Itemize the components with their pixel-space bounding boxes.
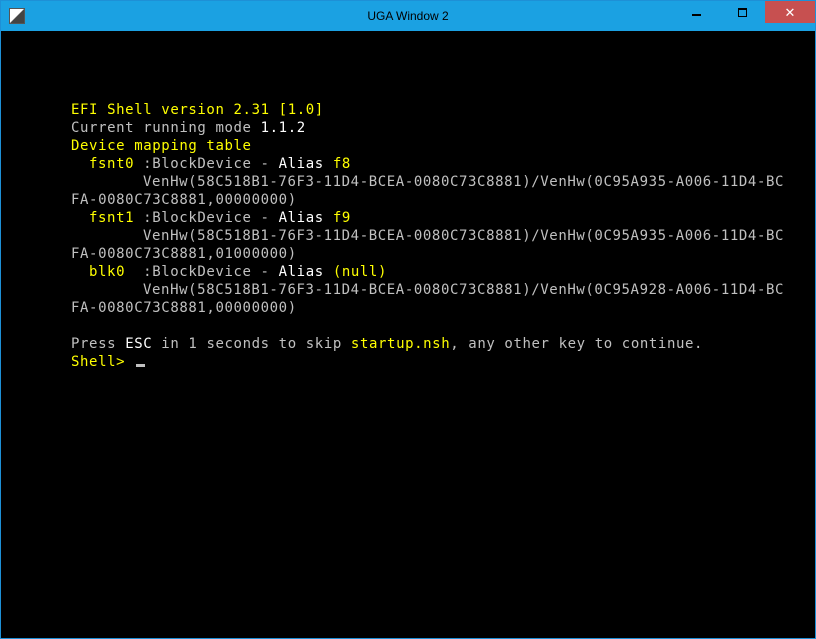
device-path: VenHw(58C518B1-76F3-11D4-BCEA-0080C73C88… xyxy=(143,282,784,298)
device-mapping-header: Device mapping table xyxy=(71,138,252,154)
device-path: FA-0080C73C8881,01000000) xyxy=(71,246,297,262)
app-icon xyxy=(9,8,25,24)
alias-value: (null) xyxy=(333,264,387,280)
alias-value: f8 xyxy=(333,156,351,172)
shell-prompt: Shell> xyxy=(71,354,134,370)
window-controls: ✕ xyxy=(673,1,815,23)
alias-value: f9 xyxy=(333,210,351,226)
startup-file: startup.nsh xyxy=(351,336,450,352)
device-path: VenHw(58C518B1-76F3-11D4-BCEA-0080C73C88… xyxy=(143,228,784,244)
device-name: fsnt1 xyxy=(89,210,134,226)
esc-key: ESC xyxy=(125,336,152,352)
close-icon: ✕ xyxy=(785,6,796,19)
titlebar[interactable]: UGA Window 2 ✕ xyxy=(1,1,815,31)
mode-label: Current running mode xyxy=(71,120,261,136)
maximize-button[interactable] xyxy=(719,1,765,23)
alias-label: Alias xyxy=(279,156,333,172)
device-path: FA-0080C73C8881,00000000) xyxy=(71,192,297,208)
cursor xyxy=(136,364,145,367)
minimize-button[interactable] xyxy=(673,1,719,23)
alias-label: Alias xyxy=(279,264,333,280)
device-type: :BlockDevice - xyxy=(125,264,279,280)
shell-version: EFI Shell version 2.31 [1.0] xyxy=(71,102,324,118)
window-title: UGA Window 2 xyxy=(367,9,448,23)
mode-value: 1.1.2 xyxy=(261,120,306,136)
alias-label: Alias xyxy=(279,210,333,226)
press-text: in 1 seconds to skip xyxy=(152,336,351,352)
window: UGA Window 2 ✕ EFI Shell version 2.31 [1… xyxy=(0,0,816,639)
device-path: VenHw(58C518B1-76F3-11D4-BCEA-0080C73C88… xyxy=(143,174,784,190)
close-button[interactable]: ✕ xyxy=(765,1,815,23)
terminal[interactable]: EFI Shell version 2.31 [1.0] Current run… xyxy=(1,31,815,638)
minimize-icon xyxy=(692,14,701,16)
device-type: :BlockDevice - xyxy=(134,210,278,226)
maximize-icon xyxy=(738,8,747,17)
device-name: blk0 xyxy=(89,264,125,280)
device-path: FA-0080C73C8881,00000000) xyxy=(71,300,297,316)
device-type: :BlockDevice - xyxy=(134,156,278,172)
press-text: , any other key to continue. xyxy=(450,336,703,352)
device-name: fsnt0 xyxy=(89,156,134,172)
press-text: Press xyxy=(71,336,125,352)
